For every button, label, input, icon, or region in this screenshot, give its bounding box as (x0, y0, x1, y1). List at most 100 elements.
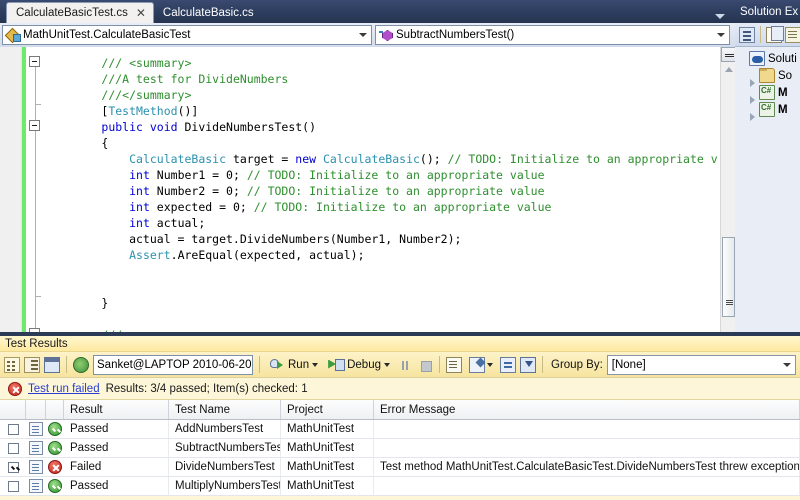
solution-explorer-panel: Solution Ex Soluti So MM (735, 0, 800, 332)
code-editor[interactable]: /// <summary> ///A test for DivideNumber… (0, 47, 735, 332)
pause-icon[interactable] (397, 357, 413, 373)
test-run-failed-link[interactable]: Test run failed (28, 383, 100, 395)
toolbar-separator (542, 356, 543, 373)
test-detail-icon[interactable] (29, 441, 43, 455)
select-all-header[interactable] (0, 400, 26, 419)
column-header-error-message[interactable]: Error Message (374, 400, 800, 419)
scroll-up-icon[interactable] (725, 67, 733, 72)
table-row[interactable]: Passed MultiplyNumbersTest MathUnitTest (0, 477, 800, 496)
column-header-project[interactable]: Project (281, 400, 374, 419)
collapse-region-icon[interactable] (29, 56, 40, 67)
chevron-down-icon[interactable] (783, 362, 791, 367)
code-token: int (129, 184, 157, 198)
debug-button[interactable]: Debug (325, 355, 393, 375)
folder-icon (759, 68, 775, 83)
code-line: /// <summary> (46, 55, 735, 71)
tree-view-icon[interactable] (24, 356, 40, 373)
connect-icon[interactable] (73, 356, 89, 373)
row-checkbox-cell[interactable] (0, 420, 26, 438)
chevron-down-icon[interactable] (312, 362, 319, 367)
solution-icon (749, 51, 765, 66)
group-by-combo[interactable]: [None] (606, 354, 796, 375)
code-token: // TODO: Initialize to an appropriate v (447, 152, 718, 166)
row-checkbox-cell[interactable] (0, 458, 26, 476)
close-icon[interactable]: ✕ (136, 7, 146, 19)
code-token: /// <summary> (101, 328, 191, 332)
code-token: int (129, 216, 157, 230)
show-all-files-icon[interactable] (766, 25, 784, 43)
window-icon[interactable] (44, 356, 60, 373)
visual-studio-window: CalculateBasicTest.cs ✕ CalculateBasic.c… (0, 0, 800, 500)
collapse-region-icon[interactable] (29, 120, 40, 131)
error-message-cell (374, 477, 800, 495)
row-status-icon-cell (46, 420, 64, 438)
solution-tree-item[interactable]: M (738, 101, 800, 121)
code-line: actual = target.DivideNumbers(Number1, N… (46, 231, 735, 247)
chevron-down-icon[interactable] (384, 362, 390, 367)
solution-tree-item[interactable]: Soluti (738, 50, 800, 67)
code-line: [TestMethod()] (46, 103, 735, 119)
solution-tree-item[interactable]: M (738, 84, 800, 104)
table-row[interactable]: Passed SubtractNumbersTest MathUnitTest (0, 439, 800, 458)
editor-vertical-scrollbar[interactable] (720, 47, 735, 332)
chevron-down-icon[interactable] (487, 362, 493, 367)
error-message-cell (374, 420, 800, 438)
chevron-down-icon[interactable] (359, 33, 367, 37)
tab-calculatebasic[interactable]: CalculateBasic.cs (154, 3, 261, 23)
refresh-icon[interactable] (785, 26, 800, 43)
column-header-result[interactable]: Result (64, 400, 169, 419)
status-icon-header (46, 400, 64, 419)
export-icon[interactable] (520, 356, 536, 373)
project-cell: MathUnitTest (281, 420, 374, 438)
tab-overflow-chevron-down-icon[interactable] (715, 14, 725, 19)
solution-tree-item-label: Soluti (768, 52, 797, 65)
test-run-selector[interactable]: Sanket@LAPTOP 2010-06-20 02:1 (93, 354, 253, 375)
test-list-editor-icon[interactable] (446, 356, 462, 373)
row-document-cell[interactable] (26, 477, 46, 495)
result-cell: Failed (64, 458, 169, 476)
code-text[interactable]: /// <summary> ///A test for DivideNumber… (46, 47, 735, 332)
row-checkbox[interactable] (7, 461, 19, 473)
row-document-cell[interactable] (26, 420, 46, 438)
tab-calculatebasictest[interactable]: CalculateBasicTest.cs ✕ (6, 2, 154, 23)
list-view-icon[interactable] (4, 356, 20, 373)
row-checkbox-cell[interactable] (0, 439, 26, 457)
test-detail-icon[interactable] (29, 460, 43, 474)
test-run-status-bar: Test run failed Results: 3/4 passed; Ite… (0, 378, 800, 400)
collapse-region-icon[interactable] (29, 328, 40, 332)
test-detail-icon[interactable] (29, 479, 43, 493)
row-checkbox[interactable] (7, 480, 19, 492)
row-checkbox[interactable] (7, 442, 19, 454)
row-checkbox-cell[interactable] (0, 477, 26, 495)
test-name-cell: MultiplyNumbersTest (169, 477, 281, 495)
solution-tree[interactable]: Soluti So MM (735, 47, 800, 121)
solution-tree-item[interactable]: So (738, 67, 800, 87)
test-run-selector-value: Sanket@LAPTOP 2010-06-20 02:1 (97, 358, 252, 371)
stop-icon[interactable] (417, 357, 433, 373)
run-button[interactable]: Run (266, 355, 321, 375)
code-token: CalculateBasic (129, 152, 227, 166)
code-token: int (129, 168, 157, 182)
table-row[interactable]: Passed AddNumbersTest MathUnitTest (0, 420, 800, 439)
code-line: int Number1 = 0; // TODO: Initialize to … (46, 167, 735, 183)
test-results-grid[interactable]: Result Test Name Project Error Message P… (0, 400, 800, 496)
grid-header-row: Result Test Name Project Error Message (0, 400, 800, 420)
test-detail-icon[interactable] (29, 422, 43, 436)
split-view-handle[interactable] (721, 47, 735, 62)
member-selector-combo[interactable]: SubtractNumbersTest() (375, 25, 730, 45)
solution-tree-item-label: M (778, 103, 788, 116)
chevron-down-icon[interactable] (717, 33, 725, 37)
properties-icon[interactable] (739, 26, 755, 43)
table-row[interactable]: Failed DivideNumbersTest MathUnitTest Test … (0, 458, 800, 477)
column-header-test-name[interactable]: Test Name (169, 400, 281, 419)
class-selector-combo[interactable]: MathUnitTest.CalculateBasicTest (2, 25, 372, 45)
scrollbar-thumb[interactable] (722, 237, 735, 317)
row-checkbox[interactable] (7, 423, 19, 435)
test-view-button[interactable] (466, 355, 496, 375)
row-document-cell[interactable] (26, 439, 46, 457)
publish-icon[interactable] (500, 356, 516, 373)
code-line: /// <summary> (46, 327, 735, 332)
row-document-cell[interactable] (26, 458, 46, 476)
